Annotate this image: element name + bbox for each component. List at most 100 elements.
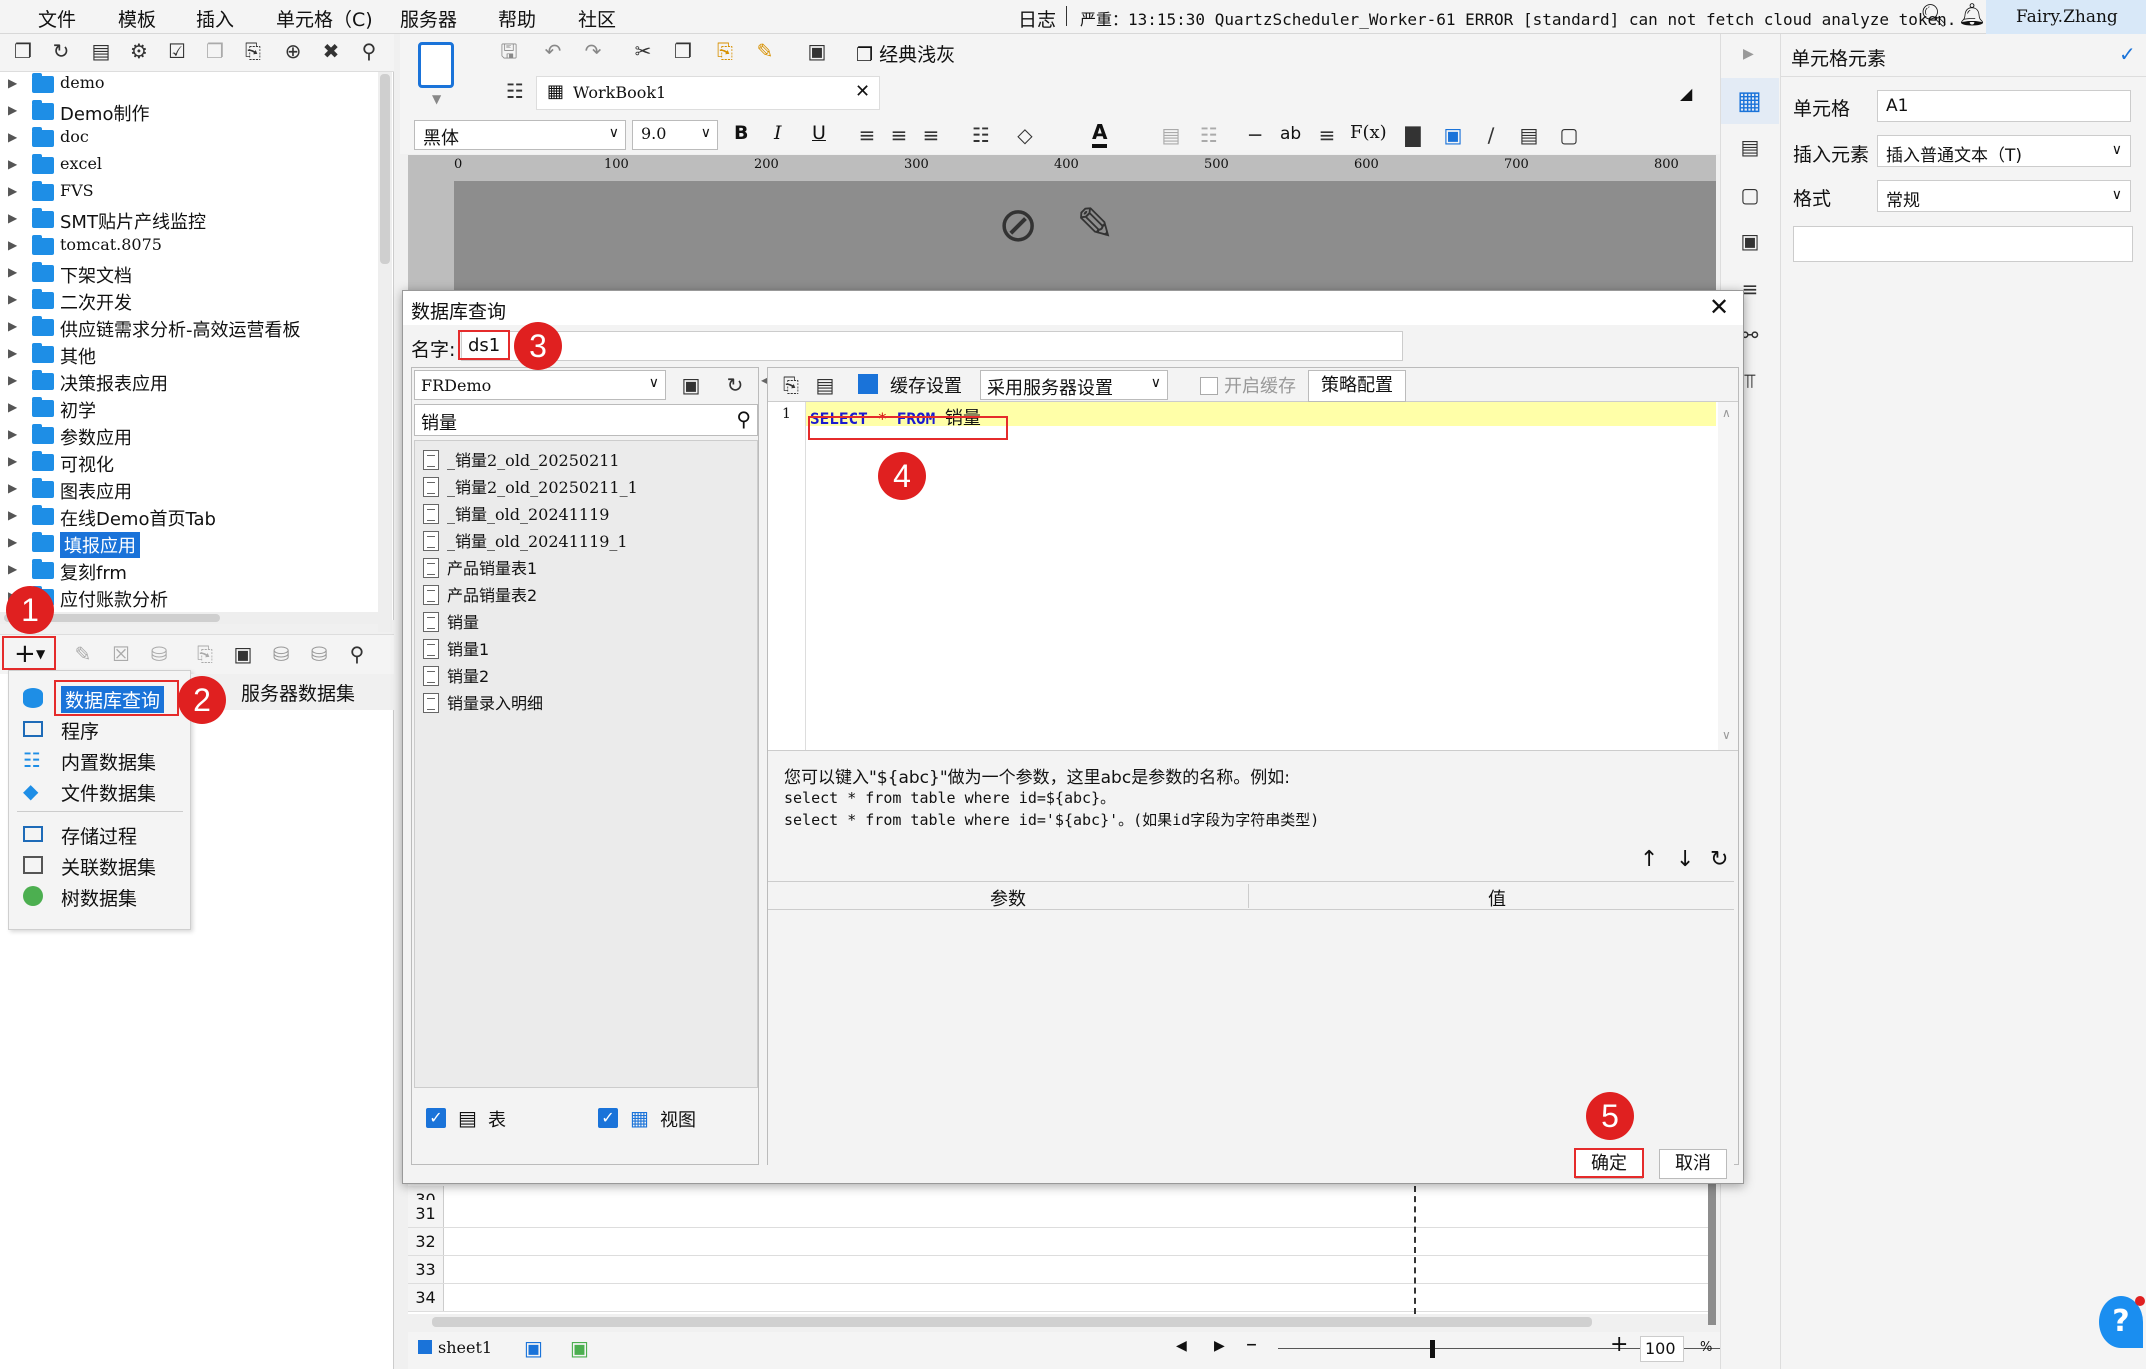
preview-icon[interactable]: ⎘ — [778, 372, 804, 398]
cache-select[interactable]: 采用服务器设置 ∨ — [980, 370, 1168, 400]
chevron-right-icon[interactable]: ▶ — [8, 211, 17, 225]
cell-style-icon[interactable]: ▢ — [1737, 182, 1763, 208]
collapse-icon[interactable]: ✖ — [318, 38, 344, 64]
chevron-right-icon[interactable]: ▶ — [8, 535, 17, 549]
tree-item[interactable]: ▶ 其他 — [0, 342, 380, 368]
chevron-up-icon[interactable]: ∧ — [1722, 406, 1731, 420]
prev-sheet-icon[interactable]: ◀ — [1176, 1338, 1187, 1354]
chevron-right-icon[interactable]: ▶ — [8, 373, 17, 387]
server-dataset-icon[interactable]: ▣ — [230, 641, 256, 667]
format-preview[interactable] — [1793, 226, 2133, 262]
table-checkbox[interactable]: ✓ — [426, 1108, 446, 1128]
log-message[interactable]: 严重：13:15:30 QuartzScheduler_Worker-61 ER… — [1080, 6, 1956, 30]
tree-item[interactable]: ▶ 填报应用 — [0, 531, 380, 558]
move-up-icon[interactable]: ↑ — [1640, 847, 1658, 872]
close-tab-icon[interactable]: ✕ — [855, 81, 870, 102]
grid-icon[interactable]: ☷ — [502, 78, 528, 104]
bold-icon[interactable]: B — [734, 122, 748, 144]
align-right-icon[interactable]: ≡ — [918, 122, 944, 148]
template-icon[interactable] — [418, 42, 454, 88]
log-label[interactable]: 日志 — [1018, 5, 1056, 32]
sql-icon[interactable]: ▤ — [812, 372, 838, 398]
delete-icon[interactable]: ☑ — [164, 38, 190, 64]
border-icon[interactable]: ☷ — [968, 122, 994, 148]
tree-item[interactable]: ▶ excel — [0, 153, 380, 179]
delete-icon[interactable]: ☒ — [108, 641, 134, 667]
menu-file[interactable]: 文件 — [38, 5, 76, 32]
tab-cell-element[interactable]: ▦ — [1721, 78, 1779, 124]
menu-insert[interactable]: 插入 — [196, 5, 234, 32]
tree-item[interactable]: ▶ tomcat.8075 — [0, 234, 380, 260]
refresh-icon[interactable]: ↻ — [48, 38, 74, 64]
tree-item[interactable]: ▶ demo — [0, 72, 380, 98]
slash-icon[interactable]: ∕ — [1478, 122, 1504, 148]
chevron-right-icon[interactable]: ▶ — [8, 130, 17, 144]
chevron-right-icon[interactable]: ▶ — [8, 400, 17, 414]
cell-attribute-icon[interactable]: ▤ — [1737, 134, 1763, 160]
cell-input[interactable]: A1 — [1877, 90, 2131, 122]
italic-icon[interactable]: I — [774, 122, 782, 144]
refresh-icon[interactable]: ↻ — [722, 372, 748, 398]
tree-hscrollbar[interactable] — [0, 612, 378, 624]
format-painter-icon[interactable]: ✎ — [752, 38, 778, 64]
edit-connection-icon[interactable]: ▣ — [678, 372, 704, 398]
zoom-in-icon[interactable]: + — [1610, 1332, 1628, 1357]
image-icon[interactable]: ▣ — [1440, 122, 1466, 148]
copy-icon[interactable]: ❐ — [202, 38, 228, 64]
tree-item[interactable]: ▶ 下架文档 — [0, 261, 380, 287]
menu-program[interactable]: 程序 — [9, 714, 192, 744]
font-size-select[interactable]: 9.0 ∨ — [632, 120, 718, 150]
chart-icon[interactable]: ▇ — [1400, 122, 1426, 148]
pencil-icon[interactable]: ✎ — [1076, 197, 1115, 251]
underline-icon[interactable]: U — [812, 122, 826, 144]
chevron-right-icon[interactable]: ▶ — [8, 292, 17, 306]
zoom-slider-handle[interactable] — [1430, 1340, 1435, 1358]
formula-icon[interactable]: F(x) — [1350, 122, 1387, 143]
menu-help[interactable]: 帮助 — [498, 5, 536, 32]
pin-icon[interactable]: ✓ — [2119, 42, 2136, 66]
sheet-hscrollbar[interactable] — [408, 1314, 1708, 1330]
paragraph-icon[interactable]: ≡ — [1314, 122, 1340, 148]
name-input[interactable]: ds1 — [461, 331, 1403, 361]
insert-row-icon[interactable]: ─ — [1242, 122, 1268, 148]
tree-scroll-thumb[interactable] — [380, 74, 390, 264]
paste-icon[interactable]: ⎘ — [712, 38, 738, 64]
menu-template[interactable]: 模板 — [118, 5, 156, 32]
text-icon[interactable]: ab — [1280, 124, 1301, 144]
chevron-right-icon[interactable]: ▶ — [8, 562, 17, 576]
refresh-icon[interactable]: ↻ — [1710, 847, 1728, 872]
bell-icon[interactable]: 🔔︎ — [1958, 3, 1986, 28]
widget-icon[interactable]: ▣ — [1737, 228, 1763, 254]
sheet-tab[interactable]: sheet1 — [438, 1338, 492, 1357]
tree-item[interactable]: ▶ Demo制作 — [0, 99, 380, 125]
db-edit-icon[interactable]: ⛁ — [306, 641, 332, 667]
tree-item[interactable]: ▶ FVS — [0, 180, 380, 206]
cut-icon[interactable]: ✂ — [630, 38, 656, 64]
search-icon[interactable]: ⚲ — [356, 38, 382, 64]
menu-server[interactable]: 服务器 — [400, 5, 457, 32]
settings-icon[interactable]: ⚙ — [126, 38, 152, 64]
tab-workbook[interactable]: ▦ WorkBook1 ✕ — [536, 76, 880, 110]
chevron-down-icon[interactable]: ∨ — [1722, 728, 1731, 742]
subreport-icon[interactable]: ▤ — [1516, 122, 1542, 148]
cancel-button[interactable]: 取消 — [1659, 1149, 1727, 1179]
tab-menu-icon[interactable]: ◢ — [1680, 84, 1692, 103]
add-form-sheet-icon[interactable]: ▣ — [570, 1336, 589, 1360]
tree-item[interactable]: ▶ 参数应用 — [0, 423, 380, 449]
chevron-right-icon[interactable]: ▶ — [8, 184, 17, 198]
next-sheet-icon[interactable]: ▶ — [1214, 1338, 1225, 1354]
enable-cache-checkbox[interactable] — [1200, 377, 1218, 395]
chevron-right-icon[interactable]: ▶ — [8, 76, 17, 90]
align-left-icon[interactable]: ≡ — [854, 122, 880, 148]
move-down-icon[interactable]: ↓ — [1676, 847, 1694, 872]
tree-item[interactable]: ▶ SMT贴片产线监控 — [0, 207, 380, 233]
tree-scrollbar[interactable] — [378, 72, 392, 632]
menu-related-dataset[interactable]: 关联数据集 — [9, 850, 192, 880]
tree-item[interactable]: ▶ 图表应用 — [0, 477, 380, 503]
tree-item[interactable]: ▶ 初学 — [0, 396, 380, 422]
locate-icon[interactable]: ⊕ — [280, 38, 306, 64]
search-icon[interactable]: 🔍︎ — [1920, 4, 1948, 29]
policy-button[interactable]: 策略配置 — [1308, 370, 1406, 402]
menu-file-dataset[interactable]: ◆ 文件数据集 — [9, 776, 192, 806]
theme-button[interactable]: ❐ 经典浅灰 — [856, 40, 955, 67]
